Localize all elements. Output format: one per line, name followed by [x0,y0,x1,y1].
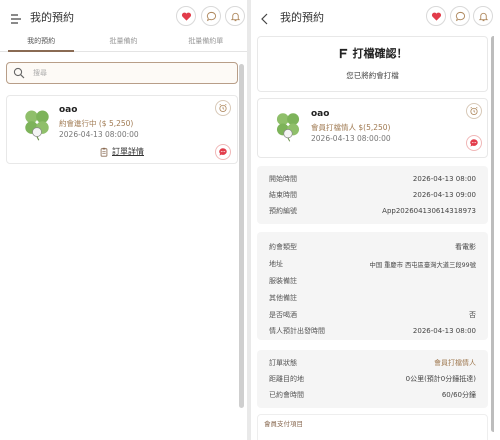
card-name: oao [59,105,78,115]
tab-bar: 我的預約 批量備約 批量備約單 [0,34,247,52]
menu-icon[interactable] [10,10,22,24]
page-title: 我的預約 [30,11,74,24]
appointment-card[interactable]: oao 會員打檔情人 $(5,250) 2026-04-13 08:00:00 [257,98,488,158]
payment-section: 會員支付項目 [257,414,488,440]
search-placeholder: 搜尋 [33,69,47,77]
chat-icon [470,139,478,147]
order-detail-link[interactable]: 訂單詳情 [99,146,144,157]
clipboard-icon [100,147,108,157]
chat-button[interactable] [215,144,231,160]
right-scrollbar[interactable] [491,36,494,432]
payment-section-title: 會員支付項目 [264,420,303,428]
left-panel: 我的預約 我的預約 批量備約 批量備約單 搜尋 oao 約會進行中 ($ 5,2… [0,0,247,440]
distance-row: 距離目的地 0公里(預計0分鐘抵達) [269,375,476,383]
confirm-title: 打檔確認！ [352,47,408,60]
left-scrollbar[interactable] [239,64,244,408]
time-section: 開始時間 2026-04-13 08:00 結束時間 2026-04-13 09:0… [257,166,488,224]
chat-icon [219,148,227,156]
order-detail-label: 訂單詳情 [112,147,144,156]
chat-icon [455,11,465,21]
heart-button[interactable] [426,6,446,26]
bell-button[interactable] [473,6,493,26]
departure-time-row: 情人預計出發時間 2026-04-13 08:00 [269,327,476,335]
elapsed-time-row: 已約會時間 60/60分鐘 [269,391,476,399]
confirm-flag-icon [339,48,347,58]
search-icon [13,67,25,79]
heart-icon [431,12,441,21]
confirm-subtitle: 您已將約會打檔 [346,71,399,80]
address-row: 地址 中国 重慶市 西屯區臺灣大道三段99號 [269,260,476,269]
clover-avatar [276,113,300,142]
card-datetime: 2026-04-13 08:00:00 [59,130,139,139]
tab-batch-booking-list[interactable]: 批量備約單 [165,34,247,51]
details-section: 約會類型 看電影 地址 中国 重慶市 西屯區臺灣大道三段99號 服裝備註 其他備註 … [257,232,488,340]
drinking-row: 是否喝酒否 [269,311,476,319]
booking-number-row: 預約編號 App202604130614318973 [269,207,476,215]
order-status-section: 訂單狀態 會員打檔情人 距離目的地 0公里(預計0分鐘抵達) 已約會時間 60/60分… [257,350,488,408]
alarm-icon [470,106,478,115]
chat-button[interactable] [450,6,470,26]
clothing-note-row: 服裝備註 [269,277,297,285]
search-input[interactable]: 搜尋 [6,62,238,84]
appointment-card[interactable]: oao 約會進行中 ($ 5,250) 2026-04-13 08:00:00 … [6,95,238,164]
page-title: 我的預約 [280,11,324,24]
clover-avatar [25,110,49,141]
chat-button[interactable] [466,135,482,151]
chat-icon [206,11,216,21]
end-time-row: 結束時間 2026-04-13 09:00 [269,191,476,199]
bell-icon [478,12,488,21]
card-status: 約會進行中 ($ 5,250) [59,119,134,128]
bell-icon [230,12,240,21]
card-status: 會員打檔情人 $(5,250) [311,123,391,132]
card-name: oao [311,109,330,119]
heart-button[interactable] [176,6,196,26]
right-panel: 我的預約 打檔確認！ 您已將約會打檔 oao 會員打檔情人 $(5,250) 2… [251,0,494,440]
confirm-title-row: 打檔確認！ [258,45,487,61]
alarm-button[interactable] [215,100,231,116]
left-header: 我的預約 [0,0,247,32]
tab-batch-booking[interactable]: 批量備約 [82,34,164,51]
back-arrow-icon[interactable] [260,10,270,25]
heart-icon [181,12,191,21]
chat-button[interactable] [201,6,221,26]
alarm-button[interactable] [466,103,482,119]
date-type-row: 約會類型 看電影 [269,243,476,251]
bell-button[interactable] [225,6,245,26]
tab-my-appointments[interactable]: 我的預約 [0,34,82,52]
card-datetime: 2026-04-13 08:00:00 [311,134,391,143]
start-time-row: 開始時間 2026-04-13 08:00 [269,175,476,183]
right-header: 我的預約 [251,0,494,32]
alarm-icon [219,103,227,112]
order-status-row: 訂單狀態 會員打檔情人 [269,359,476,367]
confirm-box: 打檔確認！ 您已將約會打檔 [257,36,488,92]
other-note-row: 其他備註 [269,294,297,302]
